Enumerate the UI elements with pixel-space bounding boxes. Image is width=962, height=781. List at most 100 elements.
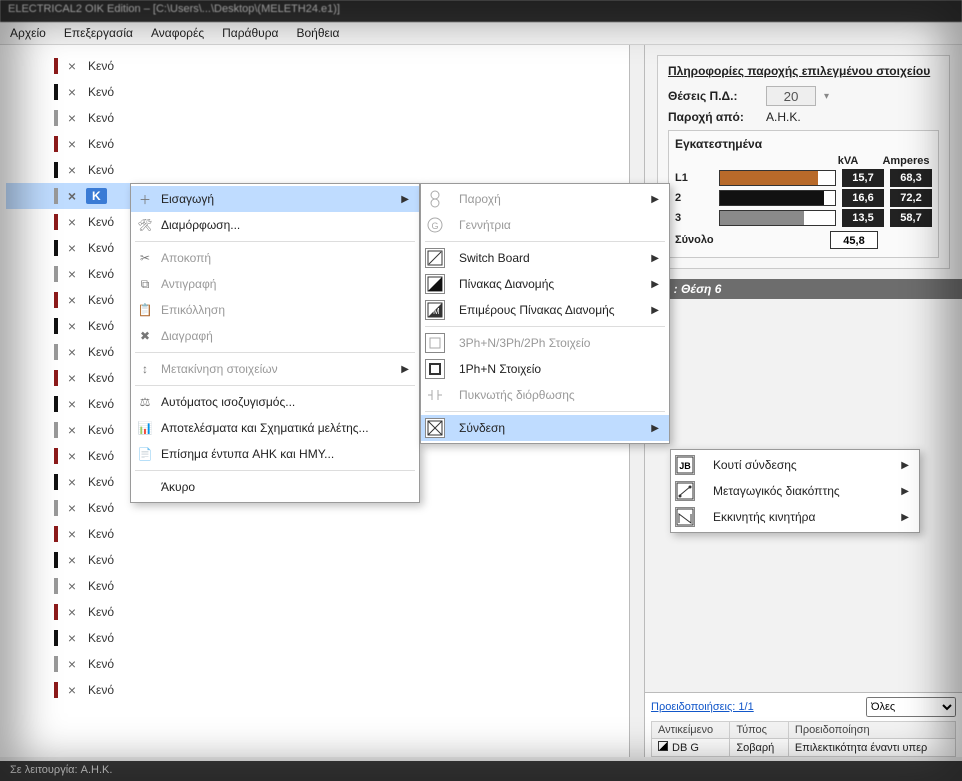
menu-supply[interactable]: Παροχή▶ bbox=[421, 186, 669, 212]
close-icon: × bbox=[64, 266, 80, 282]
info-panel: Πληροφορίες παροχής επιλεγμένου στοιχείο… bbox=[644, 45, 962, 757]
menu-copy[interactable]: ⧉Αντιγραφή bbox=[131, 271, 419, 297]
menu-connection[interactable]: Σύνδεση▶ bbox=[421, 415, 669, 441]
load-row: 3 13,5 58,7 bbox=[675, 209, 932, 227]
tree-row-label: Κενό bbox=[86, 527, 114, 541]
capacitor-icon bbox=[425, 385, 445, 405]
positions-input[interactable] bbox=[766, 86, 816, 106]
tree-row[interactable]: × Κενό bbox=[6, 625, 629, 651]
menu-official[interactable]: 📄Επίσημα έντυπα AHK και HMY... bbox=[131, 441, 419, 467]
chevron-right-icon: ▶ bbox=[651, 423, 659, 434]
tree-row[interactable]: × Κενό bbox=[6, 157, 629, 183]
delete-icon: ✖ bbox=[137, 329, 153, 343]
menu-paste[interactable]: 📋Επικόλληση bbox=[131, 297, 419, 323]
chevron-right-icon: ▶ bbox=[901, 486, 909, 497]
menu-capacitor[interactable]: Πυκνωτής διόρθωσης bbox=[421, 382, 669, 408]
supply-from-label: Παροχή από: bbox=[668, 110, 758, 124]
tree-row-label: Κενό bbox=[86, 59, 114, 73]
warnings-panel: Προειδοποιήσεις: 1/1 Όλες Αντικείμενο Τύ… bbox=[645, 692, 962, 757]
tree-row-label: Κενό bbox=[86, 449, 114, 463]
menu-move[interactable]: ↕Μετακίνηση στοιχείων▶ bbox=[131, 356, 419, 382]
dropdown-icon[interactable]: ▾ bbox=[824, 91, 829, 102]
warnings-filter[interactable]: Όλες bbox=[866, 697, 956, 717]
menu-configure[interactable]: 🛠Διαμόρφωση... bbox=[131, 212, 419, 238]
move-icon: ↕ bbox=[137, 362, 153, 376]
tree-row-label: Κενό bbox=[86, 579, 114, 593]
warning-row[interactable]: DB GΣοβαρήΕπιλεκτικότητα έναντι υπερ bbox=[652, 739, 956, 757]
motor-starter-icon bbox=[675, 507, 695, 527]
tree-row-label: Κενό bbox=[86, 553, 114, 567]
chevron-right-icon: ▶ bbox=[651, 194, 659, 205]
menu-edit[interactable]: Επεξεργασία bbox=[64, 26, 133, 40]
tree-row-label: Κενό bbox=[86, 371, 114, 385]
tree-row-label: Κενό bbox=[86, 423, 114, 437]
menu-windows[interactable]: Παράθυρα bbox=[222, 26, 278, 40]
load-row: L1 15,7 68,3 bbox=[675, 169, 932, 187]
installed-title: Εγκατεστημένα bbox=[675, 137, 932, 151]
tree-row[interactable]: × Κενό bbox=[6, 53, 629, 79]
tree-row[interactable]: × Κενό bbox=[6, 599, 629, 625]
copy-icon: ⧉ bbox=[137, 277, 153, 292]
menu-generator[interactable]: G Γεννήτρια bbox=[421, 212, 669, 238]
wrench-icon: 🛠 bbox=[137, 218, 153, 232]
context-menu-1: ＋ Εισαγωγή▶ 🛠Διαμόρφωση... ✂Αποκοπή ⧉Αντ… bbox=[130, 183, 420, 503]
menu-motor-starter[interactable]: Εκκινητής κινητήρα▶ bbox=[671, 504, 919, 530]
tree-row-label: Κενό bbox=[86, 137, 114, 151]
tree-row[interactable]: × Κενό bbox=[6, 677, 629, 703]
tree-row[interactable]: × Κενό bbox=[6, 105, 629, 131]
col-kva: kVA bbox=[822, 155, 874, 167]
close-icon: × bbox=[64, 58, 80, 74]
close-icon: × bbox=[64, 656, 80, 672]
path-header: DB : Θέση 6 bbox=[645, 279, 962, 299]
menu-distboard[interactable]: Πίνακας Διανομής▶ bbox=[421, 271, 669, 297]
supply-icon bbox=[425, 189, 445, 209]
svg-text:M: M bbox=[433, 307, 440, 316]
menu-delete[interactable]: ✖Διαγραφή bbox=[131, 323, 419, 349]
tree-row-label: Κενό bbox=[86, 85, 114, 99]
scissors-icon: ✂ bbox=[137, 251, 153, 265]
close-icon: × bbox=[64, 422, 80, 438]
transfer-switch-icon bbox=[675, 481, 695, 501]
menu-insert[interactable]: ＋ Εισαγωγή▶ bbox=[131, 186, 419, 212]
close-icon: × bbox=[64, 630, 80, 646]
menu-subdist[interactable]: M Επιμέρους Πίνακας Διανομής▶ bbox=[421, 297, 669, 323]
close-icon: × bbox=[64, 214, 80, 230]
menu-1ph-element[interactable]: 1Ph+N Στοιχείο bbox=[421, 356, 669, 382]
tree-row[interactable]: × Κενό bbox=[6, 131, 629, 157]
balance-icon: ⚖ bbox=[137, 395, 153, 409]
menu-help[interactable]: Βοήθεια bbox=[296, 26, 339, 40]
kva-value: 13,5 bbox=[842, 209, 884, 227]
load-bar bbox=[719, 170, 836, 186]
tree-row-label: Κενό bbox=[86, 111, 114, 125]
menu-cancel[interactable]: Άκυρο bbox=[131, 474, 419, 500]
tree-row[interactable]: × Κενό bbox=[6, 651, 629, 677]
menu-reports[interactable]: Αναφορές bbox=[151, 26, 204, 40]
tree-row[interactable]: × Κενό bbox=[6, 521, 629, 547]
menu-junction-box[interactable]: JB Κουτί σύνδεσης▶ bbox=[671, 452, 919, 478]
close-icon: × bbox=[64, 448, 80, 464]
context-menu-2: Παροχή▶ G Γεννήτρια Switch Board▶ Πίνακα… bbox=[420, 183, 670, 444]
chevron-right-icon: ▶ bbox=[901, 460, 909, 471]
menu-file[interactable]: Αρχείο bbox=[10, 26, 46, 40]
amp-value: 72,2 bbox=[890, 189, 932, 207]
connection-icon bbox=[425, 418, 445, 438]
elem-1ph-icon bbox=[425, 359, 445, 379]
menu-results[interactable]: 📊Αποτελέσματα και Σχηματικά μελέτης... bbox=[131, 415, 419, 441]
tree-row[interactable]: × Κενό bbox=[6, 79, 629, 105]
tree-row[interactable]: × Κενό bbox=[6, 573, 629, 599]
status-bar: Σε λειτουργία: A.H.K. bbox=[0, 761, 962, 781]
warnings-link[interactable]: Προειδοποιήσεις: 1/1 bbox=[651, 701, 754, 713]
tree-row-label: Κενό bbox=[86, 683, 114, 697]
menu-cut[interactable]: ✂Αποκοπή bbox=[131, 245, 419, 271]
tree-row-label: Κενό bbox=[86, 319, 114, 333]
tree-row[interactable]: × Κενό bbox=[6, 547, 629, 573]
menu-3ph-element[interactable]: 3Ph+N/3Ph/2Ph Στοιχείο bbox=[421, 330, 669, 356]
menu-switchboard[interactable]: Switch Board▶ bbox=[421, 245, 669, 271]
close-icon: × bbox=[64, 578, 80, 594]
chart-icon: 📊 bbox=[137, 421, 153, 435]
menu-transfer-switch[interactable]: Μεταγωγικός διακόπτης▶ bbox=[671, 478, 919, 504]
load-bar bbox=[719, 210, 836, 226]
tree-row-label: Κενό bbox=[86, 501, 114, 515]
tree-row-label: Κενό bbox=[86, 475, 114, 489]
menu-autobalance[interactable]: ⚖Αυτόματος ισοζυγισμός... bbox=[131, 389, 419, 415]
